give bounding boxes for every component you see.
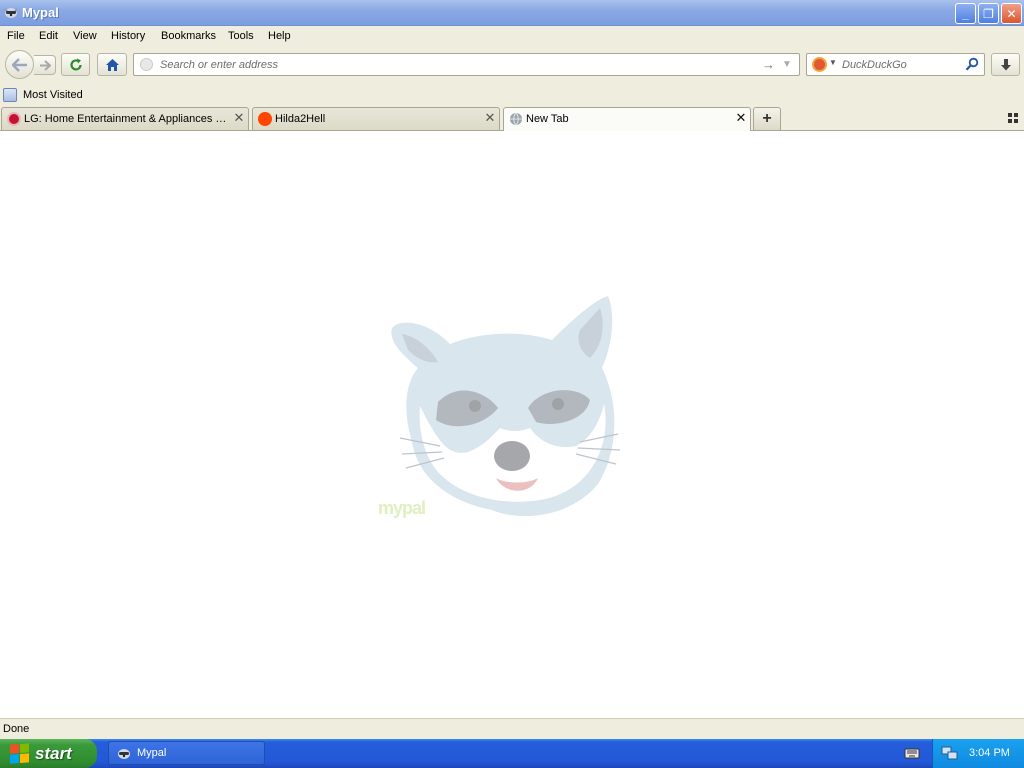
reload-button[interactable] bbox=[61, 53, 90, 76]
reddit-favicon-icon bbox=[258, 112, 272, 126]
menu-view[interactable]: View bbox=[73, 30, 97, 42]
close-icon: ✕ bbox=[1006, 6, 1017, 21]
navigation-toolbar: → ▼ ▼ bbox=[0, 47, 1024, 83]
globe-favicon-icon bbox=[510, 112, 522, 126]
browser-window: Mypal _ ❐ ✕ File Edit View History Bookm… bbox=[0, 0, 1024, 739]
raccoon-app-icon bbox=[5, 8, 17, 18]
menu-edit[interactable]: Edit bbox=[39, 30, 58, 42]
keyboard-icon[interactable] bbox=[904, 746, 920, 760]
menu-tools[interactable]: Tools bbox=[228, 30, 254, 42]
site-identity-icon[interactable] bbox=[140, 58, 153, 71]
tab-strip: LG: Home Entertainment & Appliances | L.… bbox=[0, 106, 1024, 131]
new-tab-page: mypal bbox=[0, 131, 1024, 718]
close-tab-icon[interactable]: ✕ bbox=[232, 111, 246, 125]
start-label: start bbox=[35, 743, 72, 763]
status-bar: Done bbox=[0, 718, 1024, 739]
forward-arrow-icon bbox=[39, 59, 51, 71]
windows-logo-icon bbox=[10, 743, 29, 764]
system-tray: 3:04 PM bbox=[932, 739, 1024, 768]
home-icon bbox=[105, 58, 119, 71]
start-button[interactable]: start bbox=[0, 739, 97, 768]
menu-file[interactable]: File bbox=[7, 30, 25, 42]
menu-bookmarks[interactable]: Bookmarks bbox=[161, 30, 216, 42]
search-input[interactable] bbox=[842, 57, 960, 73]
bookmarks-toolbar: Most Visited bbox=[0, 83, 1024, 106]
tab-label: LG: Home Entertainment & Appliances | L.… bbox=[24, 113, 229, 125]
address-input[interactable] bbox=[160, 57, 750, 73]
tab-label: Hilda2Hell bbox=[275, 113, 326, 125]
forward-button[interactable] bbox=[34, 55, 56, 75]
download-arrow-icon bbox=[1000, 58, 1011, 70]
reload-icon bbox=[69, 58, 82, 71]
taskbar: start Mypal 3:04 PM bbox=[0, 739, 1024, 768]
raccoon-logo-watermark bbox=[391, 296, 621, 517]
go-arrow-icon[interactable]: → bbox=[762, 57, 776, 72]
back-arrow-icon bbox=[11, 57, 27, 72]
bookmark-most-visited[interactable]: Most Visited bbox=[3, 86, 83, 103]
search-bar[interactable]: ▼ bbox=[806, 53, 985, 76]
menu-bar: File Edit View History Bookmarks Tools H… bbox=[0, 26, 1024, 47]
address-bar[interactable]: → ▼ bbox=[133, 53, 800, 76]
bookmark-label: Most Visited bbox=[23, 88, 83, 101]
search-icon[interactable] bbox=[965, 57, 979, 72]
tab-label: New Tab bbox=[526, 113, 569, 125]
maximize-button[interactable]: ❐ bbox=[978, 3, 999, 24]
tab-hilda2hell[interactable]: Hilda2Hell ✕ bbox=[252, 107, 500, 130]
tab-new-tab[interactable]: New Tab ✕ bbox=[503, 107, 751, 131]
engine-dropdown-icon[interactable]: ▼ bbox=[829, 58, 837, 67]
raccoon-app-icon bbox=[118, 749, 130, 759]
tab-lg[interactable]: LG: Home Entertainment & Appliances | L.… bbox=[1, 107, 249, 130]
close-tab-icon[interactable]: ✕ bbox=[734, 111, 748, 125]
menu-help[interactable]: Help bbox=[268, 30, 291, 42]
restore-icon: ❐ bbox=[983, 6, 994, 21]
window-title: Mypal bbox=[22, 5, 59, 20]
lg-favicon-icon bbox=[7, 112, 21, 126]
clock[interactable]: 3:04 PM bbox=[969, 747, 1010, 759]
duckduckgo-icon[interactable] bbox=[812, 57, 827, 72]
title-bar[interactable]: Mypal _ ❐ ✕ bbox=[0, 0, 1024, 26]
downloads-button[interactable] bbox=[991, 53, 1020, 76]
list-all-tabs-icon[interactable] bbox=[1007, 112, 1019, 124]
logo-text: mypal bbox=[378, 498, 426, 518]
status-text: Done bbox=[3, 723, 30, 735]
minimize-icon: _ bbox=[962, 6, 969, 21]
menu-history[interactable]: History bbox=[111, 30, 145, 42]
back-button[interactable] bbox=[5, 50, 34, 79]
home-button[interactable] bbox=[97, 53, 127, 76]
url-dropdown-icon[interactable]: ▼ bbox=[782, 57, 794, 72]
minimize-button[interactable]: _ bbox=[955, 3, 976, 24]
close-window-button[interactable]: ✕ bbox=[1001, 3, 1022, 24]
taskbar-item-mypal[interactable]: Mypal bbox=[108, 741, 265, 765]
taskbar-item-label: Mypal bbox=[137, 747, 167, 759]
close-tab-icon[interactable]: ✕ bbox=[483, 111, 497, 125]
new-tab-button[interactable]: + bbox=[753, 107, 781, 130]
network-icon[interactable] bbox=[941, 745, 958, 761]
bookmark-folder-icon bbox=[3, 87, 17, 102]
